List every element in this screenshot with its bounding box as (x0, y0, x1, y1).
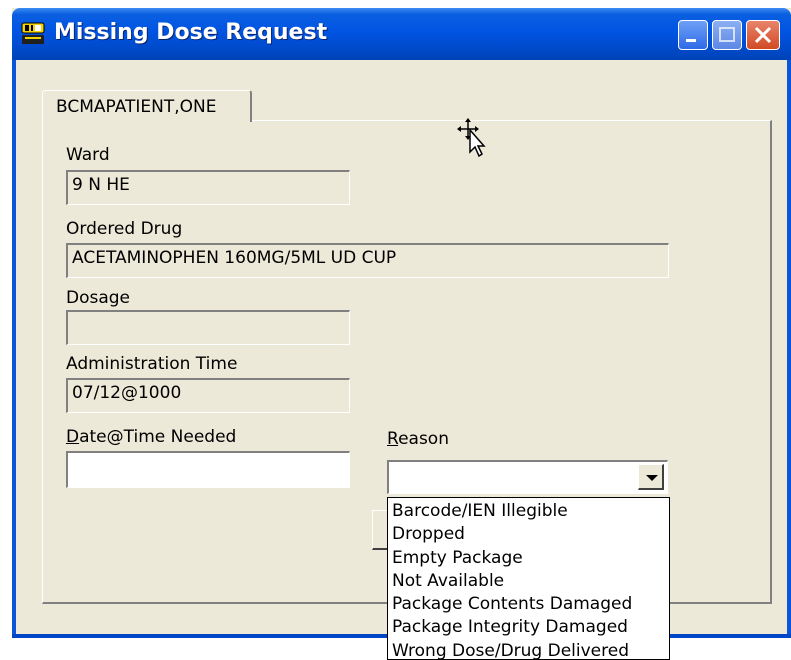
reason-option-dropped[interactable]: Dropped (388, 523, 669, 546)
reason-option-empty-package[interactable]: Empty Package (388, 547, 669, 570)
ward-field: 9 N HE (66, 170, 350, 205)
close-button[interactable] (746, 20, 780, 50)
admin-time-field: 07/12@1000 (66, 378, 350, 413)
reason-option-integrity-damaged[interactable]: Package Integrity Damaged (388, 616, 669, 639)
window-border-right (787, 60, 791, 638)
dosage-label: Dosage (66, 288, 131, 308)
close-icon (754, 26, 772, 44)
tab-patient[interactable]: BCMAPATIENT,ONE (42, 90, 252, 122)
reason-option-not-available[interactable]: Not Available (388, 570, 669, 593)
ordered-drug-label: Ordered Drug (66, 219, 183, 239)
minimize-button[interactable] (678, 20, 708, 50)
maximize-icon (719, 27, 735, 42)
reason-dropdown-list[interactable]: Barcode/IEN Illegible Dropped Empty Pack… (387, 497, 670, 660)
reason-option-wrong-dose[interactable]: Wrong Dose/Drug Delivered (388, 640, 669, 659)
bcma-app-icon (20, 22, 46, 46)
ordered-drug-field: ACETAMINOPHEN 160MG/5ML UD CUP (66, 243, 669, 278)
combo-dropdown-button[interactable] (638, 464, 664, 490)
window-title: Missing Dose Request (54, 20, 328, 45)
chevron-down-icon (646, 475, 658, 481)
reason-combo[interactable] (387, 460, 668, 494)
tab-patient-label: BCMAPATIENT,ONE (56, 97, 217, 117)
title-bar[interactable]: Missing Dose Request (12, 8, 791, 60)
reason-option-barcode-illegible[interactable]: Barcode/IEN Illegible (388, 500, 669, 523)
maximize-button[interactable] (712, 20, 742, 50)
date-needed-input[interactable] (66, 451, 350, 488)
date-needed-label: Date@Time Needed (66, 427, 237, 447)
reason-label: Reason (387, 429, 449, 449)
minimize-icon (686, 39, 696, 42)
dosage-field (66, 310, 350, 345)
window-border-left (12, 60, 16, 638)
ward-label: Ward (66, 145, 110, 165)
admin-time-label: Administration Time (66, 354, 238, 374)
move-cursor-icon (456, 118, 490, 158)
reason-option-contents-damaged[interactable]: Package Contents Damaged (388, 593, 669, 616)
